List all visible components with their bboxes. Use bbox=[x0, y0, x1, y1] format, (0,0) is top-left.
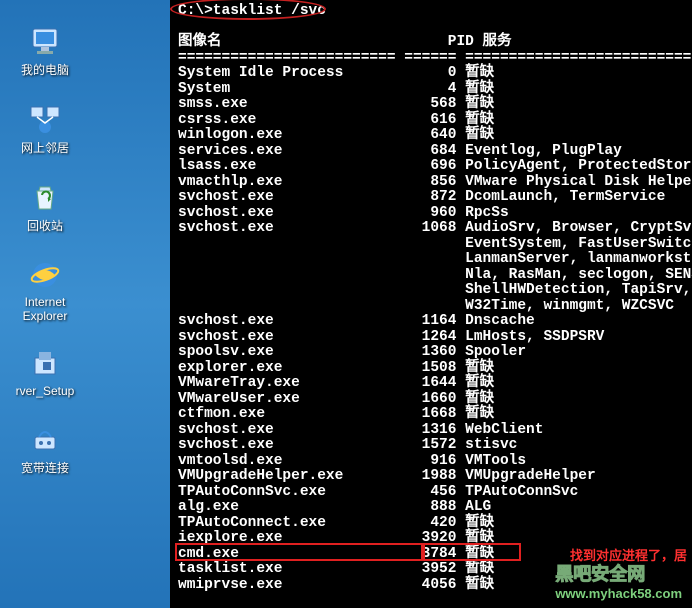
desktop-icon-dialup[interactable]: 宽带连接 bbox=[5, 423, 85, 476]
desktop-icon-ie[interactable]: Internet Explorer bbox=[5, 259, 85, 323]
setup-icon bbox=[29, 348, 61, 380]
desktop-icon-label: 回收站 bbox=[5, 217, 85, 234]
dialup-icon bbox=[29, 423, 61, 455]
watermark-url: www.myhack58.com bbox=[555, 586, 682, 601]
desktop-icon-network[interactable]: 网上邻居 bbox=[5, 103, 85, 156]
desktop-icon-my-computer[interactable]: 我的电脑 bbox=[5, 25, 85, 78]
my-computer-icon bbox=[29, 25, 61, 57]
desktop: 我的电脑网上邻居回收站 Internet Explorer rver_Setup 宽带… bbox=[0, 0, 170, 608]
desktop-icon-recycle[interactable]: 回收站 bbox=[5, 181, 85, 234]
desktop-icon-label: rver_Setup bbox=[5, 384, 85, 398]
desktop-icon-setup[interactable]: rver_Setup bbox=[5, 348, 85, 398]
watermark-title: 黑吧安全网 bbox=[555, 564, 645, 584]
recycle-icon bbox=[29, 181, 61, 213]
desktop-icon-label: 宽带连接 bbox=[5, 459, 85, 476]
desktop-icon-label: 网上邻居 bbox=[5, 139, 85, 156]
watermark: 黑吧安全网 www.myhack58.com bbox=[555, 560, 682, 601]
command-prompt-window[interactable]: C:\>tasklist /svc 图像名 PID 服务 ===========… bbox=[170, 0, 692, 608]
network-icon bbox=[29, 103, 61, 135]
desktop-icon-label: 我的电脑 bbox=[5, 61, 85, 78]
ie-icon bbox=[29, 259, 61, 291]
desktop-icon-label: Internet Explorer bbox=[5, 295, 85, 323]
